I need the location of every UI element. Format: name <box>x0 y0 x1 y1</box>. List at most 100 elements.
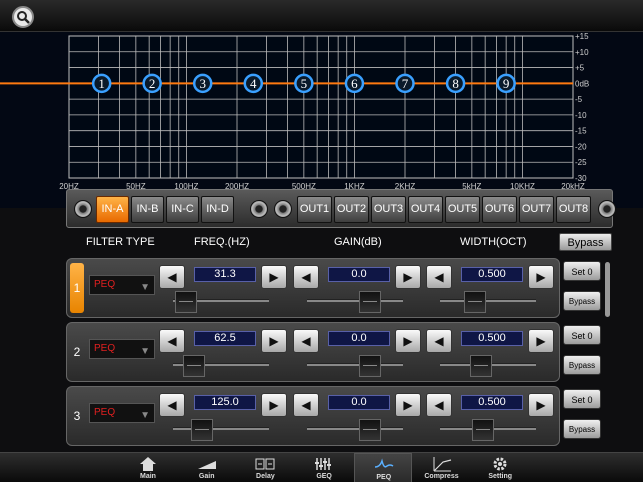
nav-compress[interactable]: Compress <box>413 453 471 482</box>
arrow-left-icon: ◀ <box>167 398 177 412</box>
filter-type-select[interactable]: PEQ ▼ <box>89 275 155 295</box>
filter-number[interactable]: 1 <box>70 263 84 313</box>
arrow-right-icon: ▶ <box>403 334 413 348</box>
nav-delay[interactable]: Delay <box>236 453 294 482</box>
search-button[interactable] <box>12 6 34 28</box>
eq-point-label: 4 <box>250 76 257 91</box>
width-decrease-button[interactable]: ◀ <box>426 265 452 289</box>
freq-slider-thumb[interactable] <box>183 355 205 377</box>
input-channel-in-d[interactable]: IN-D <box>201 196 234 223</box>
freq-slider-thumb[interactable] <box>191 419 213 441</box>
output-channel-out4[interactable]: OUT4 <box>408 196 443 223</box>
width-slider-thumb[interactable] <box>464 291 486 313</box>
freq-increase-button[interactable]: ▶ <box>261 329 287 353</box>
gain-increase-button[interactable]: ▶ <box>395 329 421 353</box>
width-decrease-button[interactable]: ◀ <box>426 329 452 353</box>
freq-decrease-button[interactable]: ◀ <box>159 393 185 417</box>
filter-type-select[interactable]: PEQ ▼ <box>89 339 155 359</box>
gain-decrease-button[interactable]: ◀ <box>293 393 319 417</box>
gain-increase-button[interactable]: ▶ <box>395 265 421 289</box>
width-value[interactable]: 0.500 <box>461 331 523 346</box>
width-slider-thumb[interactable] <box>470 355 492 377</box>
freq-value[interactable]: 31.3 <box>194 267 256 282</box>
eq-point-label: 3 <box>199 76 206 91</box>
width-increase-button[interactable]: ▶ <box>528 265 554 289</box>
gain-slider-thumb[interactable] <box>359 355 381 377</box>
freq-increase-button[interactable]: ▶ <box>261 265 287 289</box>
arrow-right-icon: ▶ <box>536 270 546 284</box>
nav-peq[interactable]: PEQ <box>353 453 412 482</box>
nav-setting[interactable]: Setting <box>471 453 529 482</box>
freq-value[interactable]: 62.5 <box>194 331 256 346</box>
nav-geq[interactable]: GEQ <box>295 453 353 482</box>
search-icon <box>17 11 30 24</box>
eq-graph-svg[interactable]: +15+10+50dB-5-10-15-20-25-3020HZ 50HZ 100H… <box>0 32 643 208</box>
width-increase-button[interactable]: ▶ <box>528 329 554 353</box>
set-zero-button[interactable]: Set 0 <box>563 325 601 345</box>
nav-gain[interactable]: Gain <box>178 453 236 482</box>
filter-type-value: PEQ <box>94 343 116 354</box>
width-slider-track[interactable] <box>440 299 536 302</box>
gain-decrease-button[interactable]: ◀ <box>293 265 319 289</box>
filter-bypass-button[interactable]: Bypass <box>563 291 601 311</box>
filter-type-select[interactable]: PEQ ▼ <box>89 403 155 423</box>
db-tick-label: -15 <box>575 127 587 136</box>
freq-value[interactable]: 125.0 <box>194 395 256 410</box>
freq-decrease-button[interactable]: ◀ <box>159 265 185 289</box>
home-icon <box>140 457 156 471</box>
gain-slider-track[interactable] <box>307 363 403 366</box>
output-channel-out8[interactable]: OUT8 <box>556 196 591 223</box>
arrow-left-icon: ◀ <box>434 270 444 284</box>
peq-icon <box>374 458 394 468</box>
gain-decrease-button[interactable]: ◀ <box>293 329 319 353</box>
set-zero-button[interactable]: Set 0 <box>563 389 601 409</box>
freq-decrease-button[interactable]: ◀ <box>159 329 185 353</box>
filter-bypass-button[interactable]: Bypass <box>563 419 601 439</box>
width-increase-button[interactable]: ▶ <box>528 393 554 417</box>
scrollbar[interactable] <box>605 262 610 317</box>
gain-value[interactable]: 0.0 <box>328 331 390 346</box>
gain-slider-thumb[interactable] <box>359 419 381 441</box>
output-channel-out3[interactable]: OUT3 <box>371 196 406 223</box>
width-value[interactable]: 0.500 <box>461 267 523 282</box>
input-channel-in-c[interactable]: IN-C <box>166 196 199 223</box>
eq-graph[interactable]: +15 +10 +5 0dB -5 -10 -15 -20 -25 -30 20HZ 50HZ 100H… <box>0 32 643 208</box>
db-tick-label: +5 <box>575 64 585 73</box>
input-channel-in-a[interactable]: IN-A <box>96 196 129 223</box>
output-knob-left[interactable] <box>274 200 292 218</box>
filter-number[interactable]: 2 <box>70 327 84 377</box>
gain-slider-track[interactable] <box>307 299 403 302</box>
nav-main[interactable]: Main <box>119 453 177 482</box>
gain-slider-thumb[interactable] <box>359 291 381 313</box>
gain-increase-button[interactable]: ▶ <box>395 393 421 417</box>
nav-label: Setting <box>488 473 513 480</box>
freq-increase-button[interactable]: ▶ <box>261 393 287 417</box>
output-channel-out6[interactable]: OUT6 <box>482 196 517 223</box>
arrow-left-icon: ◀ <box>434 334 444 348</box>
freq-slider-track[interactable] <box>173 427 269 430</box>
dropdown-arrow-icon: ▼ <box>140 410 150 421</box>
width-decrease-button[interactable]: ◀ <box>426 393 452 417</box>
freq-slider-thumb[interactable] <box>175 291 197 313</box>
set-zero-button[interactable]: Set 0 <box>563 261 601 281</box>
output-channel-out2[interactable]: OUT2 <box>334 196 369 223</box>
gain-slider-track[interactable] <box>307 427 403 430</box>
gain-value[interactable]: 0.0 <box>328 267 390 282</box>
input-knob-left[interactable] <box>74 200 92 218</box>
filter-number[interactable]: 3 <box>70 391 84 441</box>
output-knob-right[interactable] <box>598 200 616 218</box>
output-channel-out7[interactable]: OUT7 <box>519 196 554 223</box>
width-slider-thumb[interactable] <box>472 419 494 441</box>
input-channel-in-b[interactable]: IN-B <box>131 196 164 223</box>
bypass-all-button[interactable]: Bypass <box>559 233 612 251</box>
gain-value[interactable]: 0.0 <box>328 395 390 410</box>
input-knob-right[interactable] <box>250 200 268 218</box>
arrow-left-icon: ◀ <box>434 398 444 412</box>
nav-label: GEQ <box>316 473 332 480</box>
gear-icon <box>493 457 507 471</box>
width-value[interactable]: 0.500 <box>461 395 523 410</box>
output-channel-out1[interactable]: OUT1 <box>297 196 332 223</box>
filter-bypass-button[interactable]: Bypass <box>563 355 601 375</box>
eq-point-label: 5 <box>301 76 308 91</box>
output-channel-out5[interactable]: OUT5 <box>445 196 480 223</box>
